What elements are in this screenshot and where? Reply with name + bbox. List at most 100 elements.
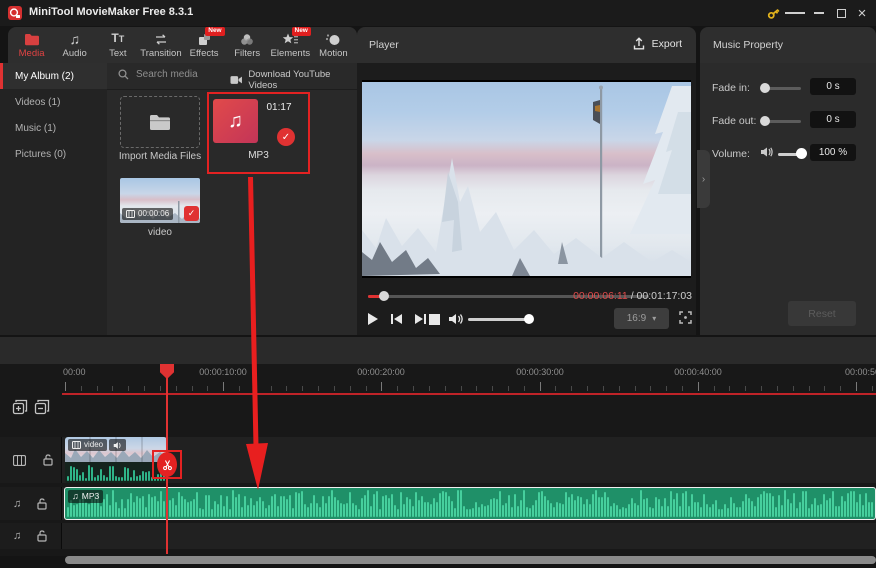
music-note-icon: ♫ xyxy=(69,33,80,46)
current-time: 00:00:06:11 xyxy=(573,290,628,302)
extra-track-header: ♫ xyxy=(0,523,62,549)
app-window: MiniTool MovieMaker Free 8.3.1 × Media ♫… xyxy=(0,0,876,568)
search-placeholder: Search media xyxy=(136,69,198,80)
extra-track-lane[interactable]: ♫ xyxy=(0,523,876,549)
music-clip[interactable]: ♫ MP3 xyxy=(64,487,876,520)
seek-handle[interactable] xyxy=(379,291,389,301)
close-button[interactable]: × xyxy=(852,5,872,21)
volume-value[interactable]: 100 % xyxy=(810,144,856,161)
fullscreen-button[interactable] xyxy=(678,310,693,325)
tab-effects[interactable]: New Effects xyxy=(183,27,226,64)
tab-motion[interactable]: Motion xyxy=(312,27,355,64)
maximize-button[interactable] xyxy=(831,5,851,21)
video-clip[interactable]: video xyxy=(65,437,167,483)
fade-in-value[interactable]: 0 s xyxy=(810,78,856,95)
video-track-lane[interactable]: video xyxy=(0,437,876,483)
export-label: Export xyxy=(652,38,682,50)
duration-badge: 00:00:06 xyxy=(122,208,173,220)
export-button[interactable]: Export xyxy=(632,36,682,51)
fade-in-handle[interactable] xyxy=(760,83,770,93)
playhead-line[interactable] xyxy=(166,364,168,554)
aspect-ratio-dropdown[interactable]: 16:9 ▾ xyxy=(614,308,669,329)
player-header: Player Export xyxy=(357,27,696,63)
music-property-title: Music Property xyxy=(713,39,783,51)
volume-icon[interactable] xyxy=(448,312,464,326)
menu-icon[interactable] xyxy=(785,5,805,21)
sidebar-item-label: Pictures (0) xyxy=(15,149,66,160)
film-track-icon xyxy=(13,455,26,466)
tab-label: Elements xyxy=(271,48,311,59)
ribbon-tabs: Media ♫ Audio TT Text Transition New Eff… xyxy=(8,27,357,64)
tab-elements[interactable]: New Elements xyxy=(269,27,312,64)
ruler-divider xyxy=(62,393,876,395)
chevron-right-icon: › xyxy=(702,174,705,185)
tab-label: Media xyxy=(19,48,45,59)
search-input[interactable]: Search media xyxy=(118,69,198,80)
minimize-button[interactable] xyxy=(809,5,829,21)
music-clip-waveform xyxy=(65,488,875,519)
add-track-button[interactable] xyxy=(12,399,28,415)
collapse-panel-tab[interactable]: › xyxy=(697,150,710,208)
tab-label: Text xyxy=(109,48,126,59)
music-property-panel: Fade in: 0 s Fade out: 0 s Volume: 100 %… xyxy=(700,63,876,335)
video-media-item[interactable]: 00:00:06 ✓ xyxy=(120,178,200,223)
album-sidebar: My Album (2) Videos (1) Music (1) Pictur… xyxy=(0,63,107,335)
film-icon xyxy=(72,441,81,449)
tab-audio[interactable]: ♫ Audio xyxy=(53,27,96,64)
import-media-label: Import Media Files xyxy=(107,151,213,162)
register-key-icon[interactable] xyxy=(763,5,783,21)
music-note-icon: ♫ xyxy=(72,492,79,502)
tab-label: Audio xyxy=(63,48,87,59)
sidebar-item-videos[interactable]: Videos (1) xyxy=(0,89,107,115)
tab-media[interactable]: Media xyxy=(10,27,53,64)
video-track-header xyxy=(0,437,62,483)
text-icon: TT xyxy=(111,32,124,46)
ruler-label: 00:00:30:00 xyxy=(516,367,564,377)
sidebar-item-music[interactable]: Music (1) xyxy=(0,115,107,141)
media-top-bar: Search media Download YouTube Videos xyxy=(107,63,357,90)
transition-arrows-icon xyxy=(153,33,169,46)
tab-label: Filters xyxy=(234,48,260,59)
unlock-icon[interactable] xyxy=(37,498,47,510)
volume-handle[interactable] xyxy=(524,314,534,324)
tab-text[interactable]: TT Text xyxy=(96,27,139,64)
video-clip-badge: video xyxy=(68,439,107,451)
reset-button[interactable]: Reset xyxy=(788,301,856,326)
next-frame-button[interactable] xyxy=(414,313,427,325)
download-youtube-button[interactable]: Download YouTube Videos xyxy=(230,69,357,91)
previous-frame-button[interactable] xyxy=(390,313,403,325)
selected-check-icon: ✓ xyxy=(277,128,295,146)
timeline-toolbar: − + xyxy=(0,337,876,364)
unlock-icon[interactable] xyxy=(37,530,47,542)
video-media-label: video xyxy=(120,227,200,238)
speaker-icon xyxy=(760,146,773,158)
fade-out-handle[interactable] xyxy=(760,116,770,126)
mp3-media-item[interactable]: ♫ xyxy=(213,99,258,143)
video-clip-waveform xyxy=(65,462,167,483)
unlock-icon[interactable] xyxy=(43,454,53,466)
sidebar-item-my-album[interactable]: My Album (2) xyxy=(0,63,107,89)
stop-button[interactable] xyxy=(429,314,440,325)
fade-out-label: Fade out: xyxy=(712,115,756,127)
import-media-button[interactable] xyxy=(120,96,200,148)
music-clip-badge: ♫ MP3 xyxy=(68,490,103,503)
volume-property-handle[interactable] xyxy=(796,148,807,159)
remove-track-button[interactable] xyxy=(34,399,50,415)
video-preview[interactable] xyxy=(362,80,691,278)
timeline-horizontal-scrollbar[interactable] xyxy=(65,556,876,564)
volume-slider[interactable] xyxy=(468,318,532,321)
music-track-lane[interactable]: ♫ ♫ MP3 xyxy=(0,487,876,520)
fade-out-value[interactable]: 0 s xyxy=(810,111,856,128)
sidebar-item-label: Music (1) xyxy=(15,123,56,134)
folder-icon xyxy=(24,33,40,46)
tab-transition[interactable]: Transition xyxy=(139,27,182,64)
music-note-icon: ♫ xyxy=(228,110,243,133)
sidebar-item-label: My Album (2) xyxy=(15,71,74,82)
tab-filters[interactable]: Filters xyxy=(226,27,269,64)
timeline-ruler[interactable]: 00:00 00:00:10:00 00:00:20:00 00:00:30:0… xyxy=(0,364,876,394)
title-bar: MiniTool MovieMaker Free 8.3.1 × xyxy=(0,0,876,26)
sidebar-item-pictures[interactable]: Pictures (0) xyxy=(0,141,107,167)
volume-label: Volume: xyxy=(712,148,750,160)
play-button[interactable] xyxy=(366,312,379,326)
player-title: Player xyxy=(369,39,399,51)
